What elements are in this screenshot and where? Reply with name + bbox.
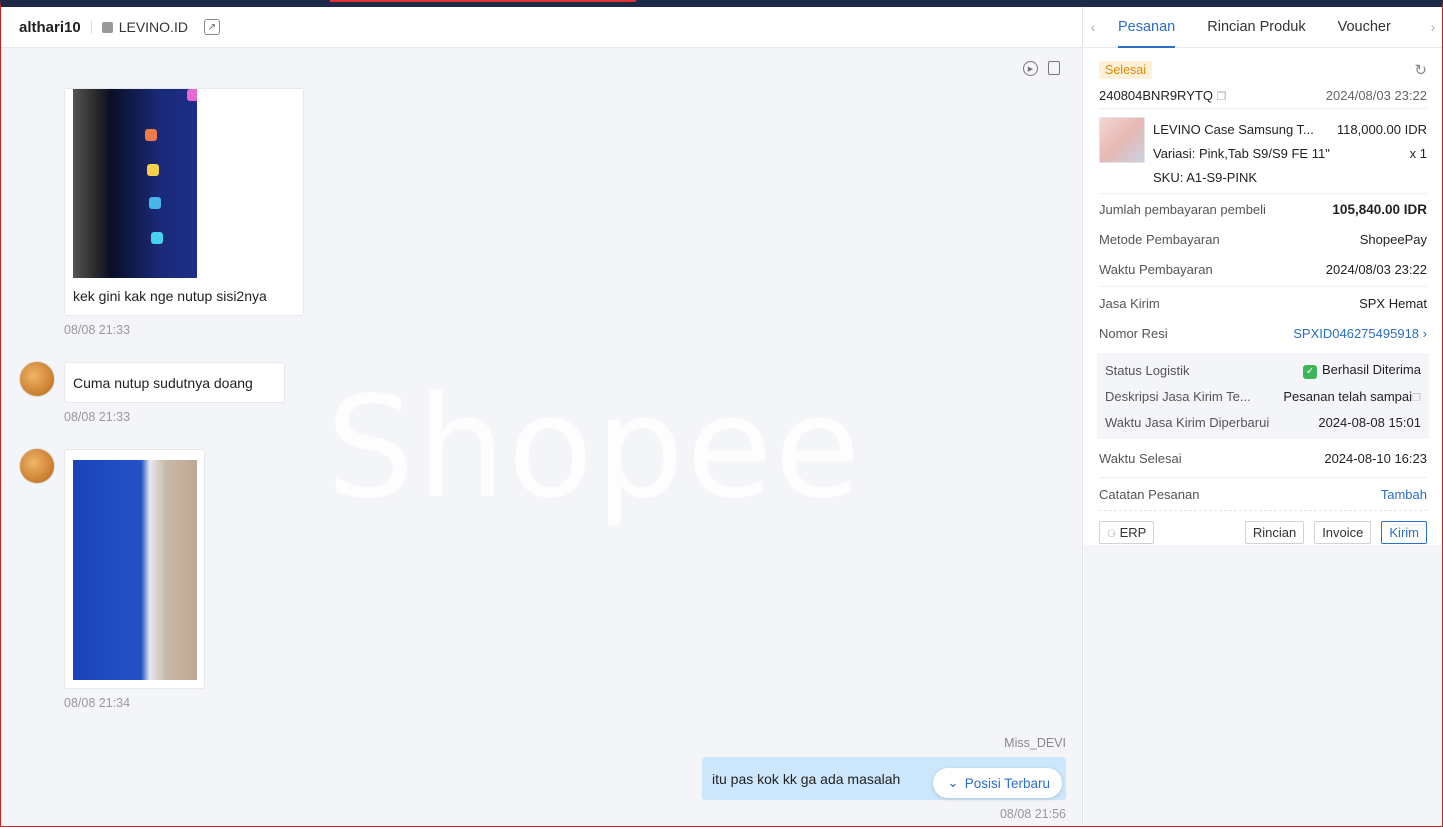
outgoing-time: 08/08 21:56	[999, 807, 1066, 821]
tab-product-details[interactable]: Rincian Produk	[1191, 7, 1321, 48]
message-text: kek gini kak nge nutup sisi2nya	[73, 288, 267, 304]
sender-name: Miss_DEVI	[1004, 736, 1066, 750]
message-image[interactable]	[73, 460, 197, 680]
invoice-button[interactable]: Invoice	[1314, 520, 1372, 544]
shop-name: LEVINO.ID	[118, 19, 188, 35]
copy-icon[interactable]: ❐	[1217, 91, 1227, 103]
order-id: 240804BNR9RYTQ	[1099, 87, 1213, 103]
logistics-desc-label: Deskripsi Jasa Kirim Te...	[1105, 388, 1251, 404]
payment-time: 2024/08/03 23:22	[1325, 261, 1427, 277]
erp-button[interactable]: ⚆ ERP	[1099, 520, 1155, 544]
panel-tabs: ‹ Pesanan Rincian Produk Voucher ›	[1084, 7, 1442, 48]
logistics-updated: 2024-08-08 15:01	[1318, 414, 1421, 430]
logistics-box: Status Logistik ✓ Berhasil Diterima Deskr…	[1097, 353, 1429, 439]
message-image-card	[64, 449, 205, 689]
outgoing-text: itu pas kok kk ga ada masalah	[712, 770, 901, 787]
check-icon: ✓	[1303, 364, 1318, 379]
order-panel: ‹ Pesanan Rincian Produk Voucher › Seles…	[1084, 7, 1442, 826]
tabs-right-arrow-icon[interactable]: ›	[1424, 19, 1442, 35]
chat-username[interactable]: althari10	[19, 19, 81, 36]
product-info: LEVINO Case Samsung T... 118,000.00 IDR V…	[1153, 117, 1427, 189]
send-button[interactable]: Kirim	[1381, 520, 1427, 544]
product-thumbnail	[1099, 117, 1145, 163]
tracking-number: SPXID046275495918	[1293, 325, 1420, 341]
product-sku: SKU: A1-S9-PINK	[1153, 169, 1258, 185]
payment-amount: 105,840.00 IDR	[1332, 201, 1427, 217]
product-row[interactable]: LEVINO Case Samsung T... 118,000.00 IDR V…	[1099, 109, 1427, 193]
chat-header: althari10 LEVINO.ID ↗	[1, 7, 1082, 48]
chevron-double-down-icon: ⌄	[947, 775, 959, 790]
tracking-label: Nomor Resi	[1099, 325, 1168, 341]
tab-orders[interactable]: Pesanan	[1102, 7, 1191, 48]
latest-position-label: Posisi Terbaru	[964, 775, 1050, 791]
completed-time: 2024-08-10 16:23	[1324, 450, 1427, 466]
refresh-icon[interactable]: ↻	[1414, 61, 1427, 79]
order-note-label: Catatan Pesanan	[1099, 486, 1200, 502]
shop-label[interactable]: LEVINO.ID	[101, 19, 188, 35]
order-time: 2024/08/03 23:22	[1325, 87, 1427, 103]
chat-pane: althari10 LEVINO.ID ↗ ▶ Shopee kek gini …	[1, 7, 1083, 826]
message-image[interactable]	[73, 89, 197, 278]
status-badge: Selesai	[1099, 61, 1152, 79]
payment-method-label: Metode Pembayaran	[1099, 231, 1220, 247]
payment-amount-label: Jumlah pembayaran pembeli	[1099, 201, 1266, 217]
play-icon[interactable]: ▶	[1023, 61, 1038, 76]
order-card: Selesai ↻ 240804BNR9RYTQ ❐ 2024/08/03 23…	[1084, 48, 1442, 545]
details-button[interactable]: Rincian	[1244, 520, 1305, 544]
logistics-updated-label: Waktu Jasa Kirim Diperbarui	[1105, 414, 1270, 430]
tab-voucher[interactable]: Voucher	[1322, 7, 1407, 48]
chat-tools: ▶	[1023, 61, 1060, 76]
payment-time-label: Waktu Pembayaran	[1099, 261, 1213, 277]
message-bubble: Cuma nutup sudutnya doang	[64, 362, 285, 403]
avatar[interactable]	[19, 448, 55, 484]
message-text: Cuma nutup sudutnya doang	[73, 375, 253, 391]
header-divider	[90, 20, 92, 34]
top-accent-bar	[330, 0, 636, 2]
product-name: LEVINO Case Samsung T...	[1153, 121, 1314, 137]
bookmark-icon[interactable]	[1048, 61, 1060, 75]
message-time: 08/08 21:33	[64, 323, 131, 337]
logistics-desc: Pesanan telah sampai	[1283, 388, 1413, 404]
watermark-logo: Shopee	[326, 367, 863, 530]
payment-method: ShopeePay	[1359, 231, 1427, 247]
completed-label: Waktu Selesai	[1099, 450, 1182, 466]
message-time: 08/08 21:33	[64, 410, 131, 424]
share-icon[interactable]: ↗	[203, 19, 220, 35]
chevron-right-icon: ›	[1422, 325, 1427, 341]
erp-label: ERP	[1119, 524, 1147, 540]
logistics-status-label: Status Logistik	[1105, 362, 1190, 378]
product-qty: x 1	[1409, 145, 1427, 161]
tracking-number-link[interactable]: SPXID046275495918 ›	[1293, 326, 1427, 341]
courier-label: Jasa Kirim	[1099, 295, 1160, 311]
avatar[interactable]	[19, 361, 55, 397]
product-price: 118,000.00 IDR	[1336, 121, 1427, 137]
add-note-link[interactable]: Tambah	[1381, 487, 1427, 502]
erp-icon: ⚆	[1107, 528, 1116, 540]
copy-icon[interactable]: ❐	[1412, 393, 1421, 404]
latest-position-button[interactable]: ⌄ Posisi Terbaru	[933, 768, 1062, 798]
logistics-status: Berhasil Diterima	[1322, 361, 1421, 377]
order-id-group: 240804BNR9RYTQ ❐	[1099, 88, 1226, 103]
product-variant: Variasi: Pink,Tab S9/S9 FE 11"	[1153, 145, 1330, 161]
tabs-left-arrow-icon[interactable]: ‹	[1084, 19, 1102, 35]
message-image-card: kek gini kak nge nutup sisi2nya	[64, 88, 304, 316]
courier: SPX Hemat	[1359, 295, 1427, 311]
message-time: 08/08 21:34	[64, 696, 131, 710]
shop-bag-icon	[101, 21, 113, 33]
